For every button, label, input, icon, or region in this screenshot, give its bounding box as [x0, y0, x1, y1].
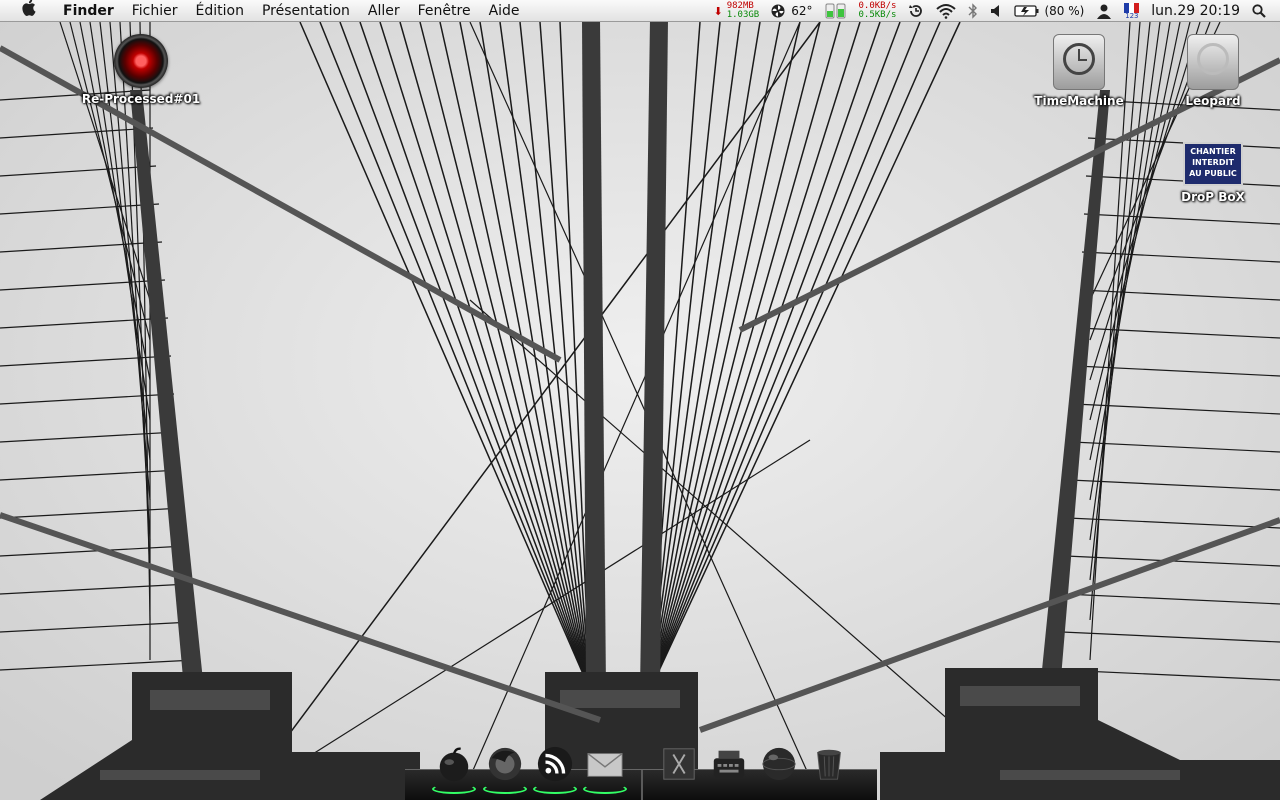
typewriter-icon — [713, 750, 745, 778]
volume-icon[interactable] — [984, 0, 1008, 22]
hal-eye-icon — [114, 34, 168, 88]
leopard-drive-icon — [1187, 34, 1239, 90]
dock-item-rss[interactable] — [533, 742, 577, 786]
menu-fichier[interactable]: Fichier — [123, 0, 187, 22]
menu-edition[interactable]: Édition — [187, 0, 253, 22]
memory-free: 1.03GB — [726, 10, 760, 20]
mail-icon — [587, 752, 623, 777]
menu-clock[interactable]: lun.29 20:19 — [1145, 0, 1246, 22]
running-indicator — [583, 784, 627, 794]
wifi-icon[interactable] — [930, 0, 962, 22]
dock-separator — [641, 770, 643, 800]
desktop-icon-label: DroP BoX — [1181, 190, 1245, 204]
running-indicator — [533, 784, 577, 794]
sphere-icon — [762, 747, 796, 781]
desktop-icon-label: TimeMachine — [1034, 94, 1124, 108]
desktop-icon-reprocessed[interactable]: Re-Processed#01 — [82, 34, 200, 106]
dock-item-applications[interactable] — [657, 742, 701, 786]
menu-app-finder[interactable]: Finder — [54, 0, 123, 22]
input-menu[interactable]: 123 — [1118, 0, 1145, 22]
applications-folder-icon — [663, 748, 695, 780]
menu-aide[interactable]: Aide — [480, 0, 529, 22]
dock-item-sphere[interactable] — [757, 742, 801, 786]
fan-icon — [771, 4, 785, 18]
running-indicator — [483, 784, 527, 794]
dock-item-firefox[interactable] — [483, 742, 527, 786]
memory-arrow-icon: ⬇ — [713, 4, 723, 18]
cpu-temperature: 62° — [791, 4, 813, 18]
battery-icon — [1014, 5, 1039, 17]
battery-status[interactable]: (80 %) — [1008, 0, 1090, 22]
flag-icon — [1124, 2, 1140, 13]
desktop-icon-label: Leopard — [1185, 94, 1241, 108]
spotlight-icon[interactable] — [1246, 0, 1280, 22]
desktop-icon-timemachine[interactable]: TimeMachine — [1024, 34, 1134, 108]
menu-aller[interactable]: Aller — [359, 0, 409, 22]
desktop-icon-label: Re-Processed#01 — [81, 92, 201, 106]
dock-item-typewriter[interactable] — [707, 742, 751, 786]
keyboard-layout: 123 — [1125, 11, 1139, 20]
time-machine-drive-icon — [1053, 34, 1105, 90]
apple-icon[interactable] — [18, 0, 38, 22]
battery-cells-icon[interactable] — [819, 0, 853, 22]
time-machine-icon[interactable] — [902, 0, 930, 22]
bluetooth-icon[interactable] — [962, 0, 984, 22]
dock-item-trash[interactable] — [807, 742, 851, 786]
desktop-icon-dropbox[interactable]: CHANTIER INTERDIT AU PUBLIC DroP BoX — [1158, 142, 1268, 204]
memory-monitor[interactable]: ⬇ 982MB 1.03GB — [707, 0, 765, 22]
menu-fenetre[interactable]: Fenêtre — [409, 0, 480, 22]
desktop-wallpaper — [0, 0, 1280, 800]
running-indicator — [432, 784, 476, 794]
desktop-icon-leopard[interactable]: Leopard — [1158, 34, 1268, 108]
temperature-monitor[interactable]: 62° — [765, 0, 818, 22]
trash-icon — [817, 749, 841, 780]
dock-item-mail[interactable] — [583, 742, 627, 786]
dock-item-apple[interactable] — [432, 742, 476, 786]
chantier-sign-icon: CHANTIER INTERDIT AU PUBLIC — [1183, 142, 1243, 186]
rss-icon — [537, 746, 573, 782]
network-download: 0.5KB/s — [858, 10, 897, 20]
network-monitor[interactable]: 0.0KB/s 0.5KB/s — [853, 0, 903, 22]
firefox-icon — [488, 747, 522, 781]
battery-percent: (80 %) — [1044, 4, 1085, 18]
menu-bar: Finder Fichier Édition Présentation Alle… — [0, 0, 1280, 22]
apple-app-icon — [439, 747, 469, 782]
menu-presentation[interactable]: Présentation — [253, 0, 359, 22]
dock — [405, 735, 877, 800]
user-icon[interactable] — [1090, 0, 1118, 22]
